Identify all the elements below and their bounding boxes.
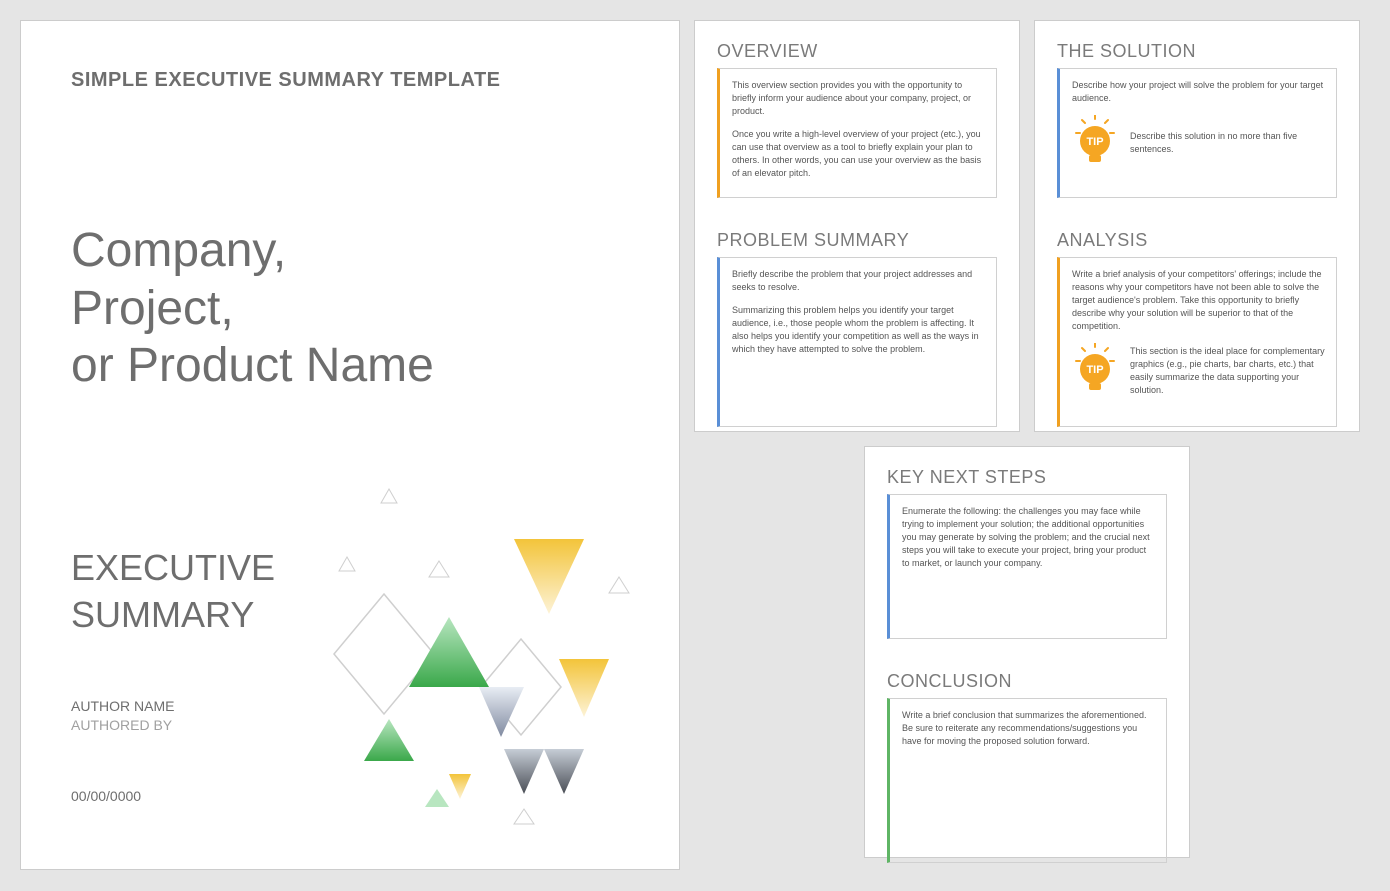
analysis-heading: ANALYSIS — [1057, 230, 1337, 251]
secondary-pages-column: OVERVIEW This overview section provides … — [694, 20, 1360, 858]
document-title: Company, Project, or Product Name — [71, 222, 629, 395]
page-overview-problem: OVERVIEW This overview section provides … — [694, 20, 1020, 432]
problem-text-1: Briefly describe the problem that your p… — [732, 268, 986, 294]
conclusion-text: Write a brief conclusion that summarizes… — [902, 709, 1156, 748]
svg-text:TIP: TIP — [1086, 364, 1103, 376]
key-next-steps-text: Enumerate the following: the challenges … — [902, 505, 1156, 570]
key-next-steps-heading: KEY NEXT STEPS — [887, 467, 1167, 488]
solution-content-box: Describe how your project will solve the… — [1057, 68, 1337, 198]
problem-text-2: Summarizing this problem helps you ident… — [732, 304, 986, 356]
svg-text:TIP: TIP — [1086, 136, 1103, 148]
problem-summary-heading: PROBLEM SUMMARY — [717, 230, 997, 251]
conclusion-content-box: Write a brief conclusion that summarizes… — [887, 698, 1167, 863]
overview-text-1: This overview section provides you with … — [732, 79, 986, 118]
overview-content-box: This overview section provides you with … — [717, 68, 997, 198]
document-container: SIMPLE EXECUTIVE SUMMARY TEMPLATE Compan… — [20, 20, 1370, 870]
page-solution-analysis: THE SOLUTION Describe how your project w… — [1034, 20, 1360, 432]
analysis-text-1: Write a brief analysis of your competito… — [1072, 268, 1326, 333]
tip-lightbulb-icon: TIP — [1072, 115, 1118, 171]
template-header: SIMPLE EXECUTIVE SUMMARY TEMPLATE — [71, 69, 629, 92]
key-next-steps-content-box: Enumerate the following: the challenges … — [887, 494, 1167, 639]
solution-text-1: Describe how your project will solve the… — [1072, 79, 1326, 105]
solution-tip-text: Describe this solution in no more than f… — [1130, 130, 1326, 156]
cover-art-triangles — [329, 469, 659, 829]
overview-text-2: Once you write a high-level overview of … — [732, 128, 986, 180]
overview-heading: OVERVIEW — [717, 41, 997, 62]
conclusion-heading: CONCLUSION — [887, 671, 1167, 692]
page-keynext-conclusion: KEY NEXT STEPS Enumerate the following: … — [864, 446, 1190, 858]
tip-lightbulb-icon: TIP — [1072, 343, 1118, 399]
analysis-content-box: Write a brief analysis of your competito… — [1057, 257, 1337, 427]
problem-summary-content-box: Briefly describe the problem that your p… — [717, 257, 997, 427]
analysis-tip-text: This section is the ideal place for comp… — [1130, 345, 1326, 397]
cover-page: SIMPLE EXECUTIVE SUMMARY TEMPLATE Compan… — [20, 20, 680, 870]
solution-heading: THE SOLUTION — [1057, 41, 1337, 62]
